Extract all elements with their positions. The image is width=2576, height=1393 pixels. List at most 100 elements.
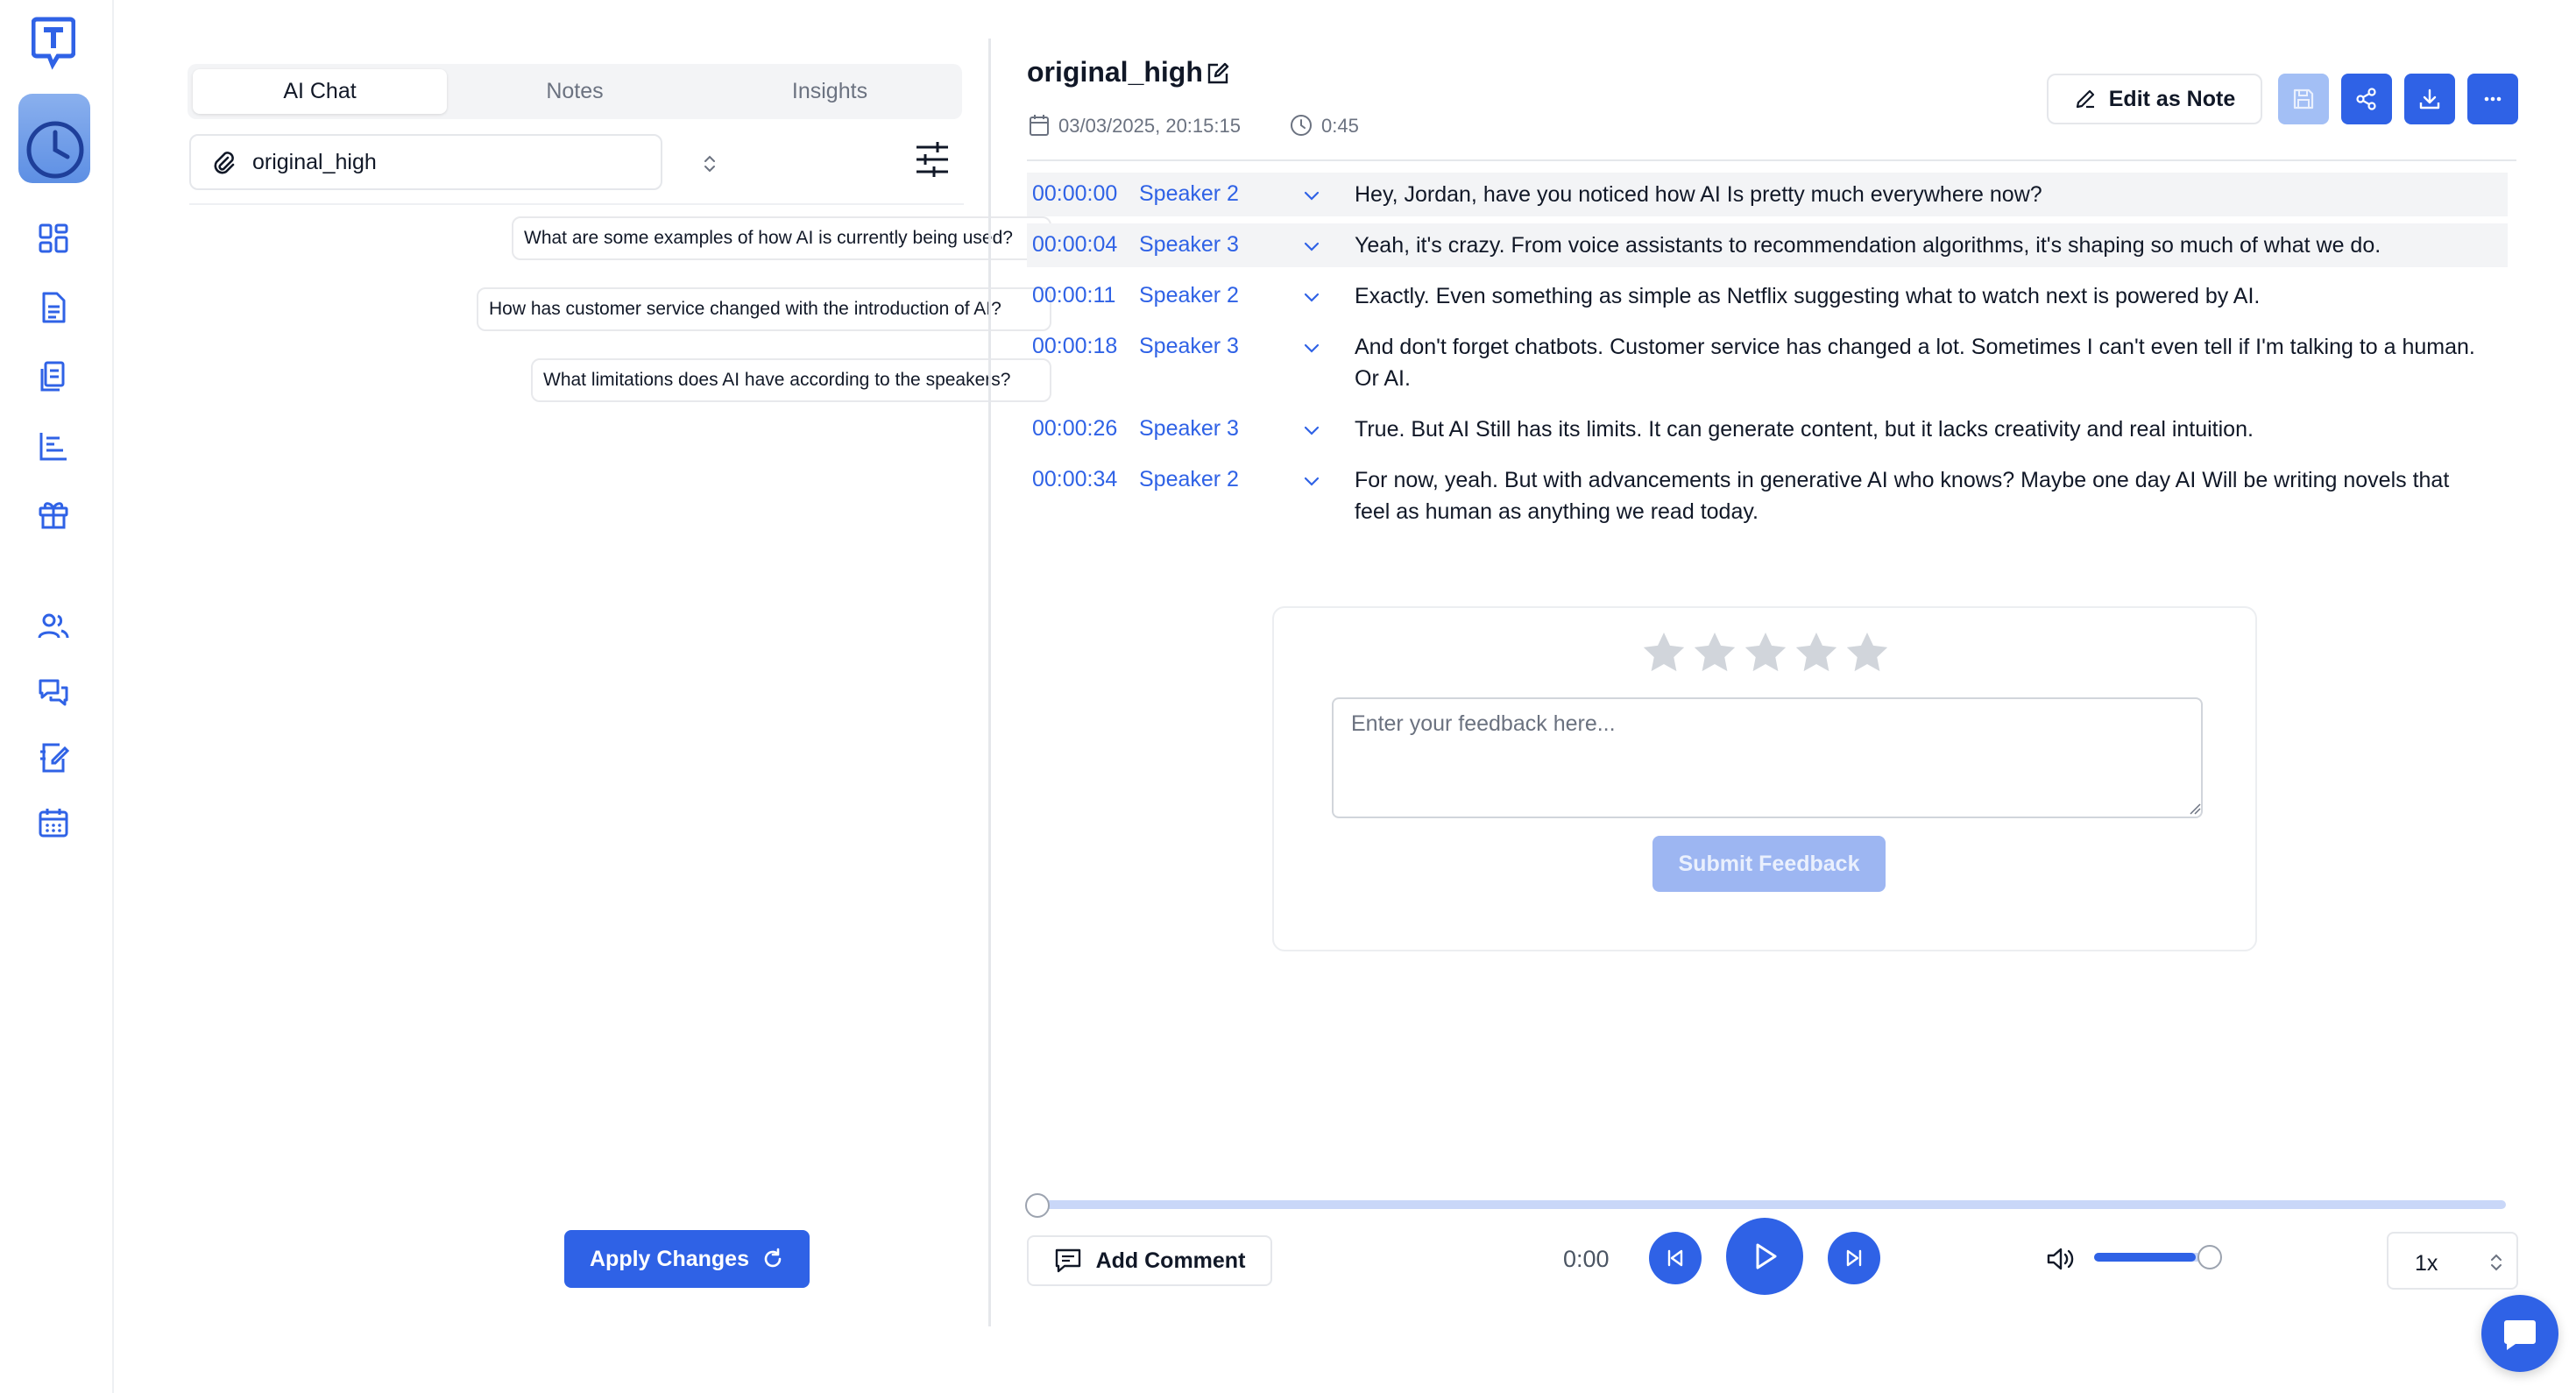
suggested-question[interactable]: How has customer service changed with th…	[477, 287, 1051, 331]
share-icon	[2356, 88, 2376, 110]
timestamp-link[interactable]: 00:00:00	[1032, 181, 1117, 207]
notes-icon[interactable]	[37, 741, 70, 774]
skip-back-button[interactable]	[1649, 1232, 1702, 1284]
chevron-updown-icon	[2491, 1254, 2502, 1271]
panel-tabs: AI Chat Notes Insights	[188, 64, 962, 119]
chevron-down-icon[interactable]	[1302, 474, 1321, 488]
save-icon	[2293, 88, 2314, 110]
edit-as-note-label: Edit as Note	[2108, 86, 2236, 111]
volume-fill	[2094, 1253, 2196, 1262]
speaker-label[interactable]: Speaker 3	[1139, 334, 1239, 359]
recording-date: 03/03/2025, 20:15:15	[1058, 115, 1241, 137]
file-select[interactable]: original_high	[189, 134, 715, 190]
page-title: original_high	[1027, 56, 1203, 88]
download-icon	[2419, 88, 2440, 110]
chat-bubble-icon	[2504, 1320, 2536, 1350]
support-chat-button[interactable]	[2481, 1295, 2558, 1372]
play-icon	[1756, 1243, 1777, 1269]
icon-sidebar	[0, 0, 114, 1393]
volume-handle[interactable]	[2197, 1245, 2222, 1269]
skip-back-icon	[1667, 1249, 1683, 1267]
pencil-icon	[2076, 89, 2094, 109]
star-icon[interactable]	[1844, 629, 1891, 676]
edit-as-note-button[interactable]: Edit as Note	[2047, 74, 2262, 124]
panel-divider	[189, 203, 964, 205]
transcript-text: And don't forget chatbots. Customer serv…	[1355, 335, 2475, 391]
more-options-button[interactable]	[2467, 74, 2518, 124]
skip-forward-button[interactable]	[1828, 1232, 1880, 1284]
logo-icon[interactable]	[31, 16, 76, 70]
playback-speed-select[interactable]: 1x	[2387, 1232, 2518, 1290]
star-icon[interactable]	[1691, 629, 1738, 676]
save-button[interactable]	[2278, 74, 2329, 124]
timestamp-link[interactable]: 00:00:18	[1032, 334, 1117, 359]
timestamp-link[interactable]: 00:00:04	[1032, 232, 1117, 258]
star-icon[interactable]	[1640, 629, 1688, 676]
transcript-line[interactable]: 00:00:26 Speaker 3 True. But AI Still ha…	[1027, 407, 2508, 451]
timestamp-link[interactable]: 00:00:26	[1032, 416, 1117, 442]
calendar-icon[interactable]	[37, 806, 70, 839]
paperclip-icon	[214, 152, 235, 174]
suggested-question[interactable]: What are some examples of how AI is curr…	[512, 216, 1051, 260]
transcript-text: For now, yeah. But with advancements in …	[1355, 468, 2450, 524]
calendar-icon	[1030, 115, 1049, 136]
chevron-down-icon[interactable]	[1302, 341, 1321, 355]
chat-icon[interactable]	[37, 676, 70, 710]
files-icon[interactable]	[37, 360, 70, 393]
volume-icon[interactable]	[2045, 1246, 2075, 1272]
users-icon[interactable]	[37, 610, 70, 643]
edit-title-icon[interactable]	[1206, 61, 1230, 86]
transcript-text: True. But AI Still has its limits. It ca…	[1355, 417, 2254, 442]
star-rating[interactable]	[1640, 629, 1891, 676]
suggested-question[interactable]: What limitations does AI have according …	[531, 358, 1051, 402]
transcript-line[interactable]: 00:00:18 Speaker 3 And don't forget chat…	[1027, 325, 2508, 400]
chevron-down-icon[interactable]	[1302, 423, 1321, 437]
star-icon[interactable]	[1742, 629, 1789, 676]
transcript-line[interactable]: 00:00:04 Speaker 3 Yeah, it's crazy. Fro…	[1027, 223, 2508, 267]
current-time: 0:00	[1563, 1246, 1610, 1272]
file-select-value: original_high	[252, 149, 377, 174]
playback-progress-bar[interactable]	[1034, 1200, 2506, 1209]
speaker-label[interactable]: Speaker 2	[1139, 181, 1239, 207]
playback-speed-value: 1x	[2415, 1251, 2438, 1276]
submit-feedback-button[interactable]: Submit Feedback	[1652, 836, 1886, 892]
recording-duration: 0:45	[1321, 115, 1359, 137]
chevron-down-icon[interactable]	[1302, 239, 1321, 253]
tab-insights[interactable]: Insights	[703, 69, 957, 114]
share-button[interactable]	[2341, 74, 2392, 124]
add-comment-label: Add Comment	[1095, 1248, 1246, 1273]
reports-icon[interactable]	[37, 429, 70, 463]
transcript-line[interactable]: 00:00:00 Speaker 2 Hey, Jordan, have you…	[1027, 173, 2508, 216]
download-button[interactable]	[2404, 74, 2455, 124]
history-icon[interactable]	[18, 94, 90, 183]
resize-handle-icon[interactable]	[2189, 803, 2201, 815]
tab-notes[interactable]: Notes	[448, 69, 702, 114]
speaker-label[interactable]: Speaker 2	[1139, 283, 1239, 308]
timestamp-link[interactable]: 00:00:11	[1032, 283, 1115, 308]
speaker-label[interactable]: Speaker 2	[1139, 467, 1239, 492]
playback-scrubber-handle[interactable]	[1025, 1193, 1050, 1218]
dashboard-icon[interactable]	[37, 222, 70, 255]
speaker-label[interactable]: Speaker 3	[1139, 232, 1239, 258]
refresh-icon	[764, 1248, 782, 1268]
play-button[interactable]	[1726, 1218, 1803, 1295]
chevron-down-icon[interactable]	[1302, 188, 1321, 202]
add-comment-button[interactable]: Add Comment	[1027, 1235, 1272, 1286]
transcript-text: Exactly. Even something as simple as Net…	[1355, 284, 2261, 308]
chevron-down-icon[interactable]	[1302, 290, 1321, 304]
document-icon[interactable]	[37, 291, 70, 324]
settings-sliders-icon[interactable]	[913, 138, 952, 180]
chevron-updown-icon	[704, 155, 715, 173]
apply-changes-button[interactable]: Apply Changes	[564, 1230, 810, 1288]
volume-slider[interactable]	[2094, 1253, 2213, 1262]
gift-icon[interactable]	[37, 498, 70, 531]
transcript-line[interactable]: 00:00:11 Speaker 2 Exactly. Even somethi…	[1027, 274, 2508, 318]
feedback-input[interactable]	[1332, 697, 2203, 818]
tab-ai-chat[interactable]: AI Chat	[193, 69, 447, 114]
panel-splitter[interactable]	[988, 39, 991, 1326]
ellipsis-icon	[2484, 96, 2502, 102]
star-icon[interactable]	[1793, 629, 1840, 676]
speaker-label[interactable]: Speaker 3	[1139, 416, 1239, 442]
timestamp-link[interactable]: 00:00:34	[1032, 467, 1117, 492]
transcript-line[interactable]: 00:00:34 Speaker 2 For now, yeah. But wi…	[1027, 458, 2508, 534]
